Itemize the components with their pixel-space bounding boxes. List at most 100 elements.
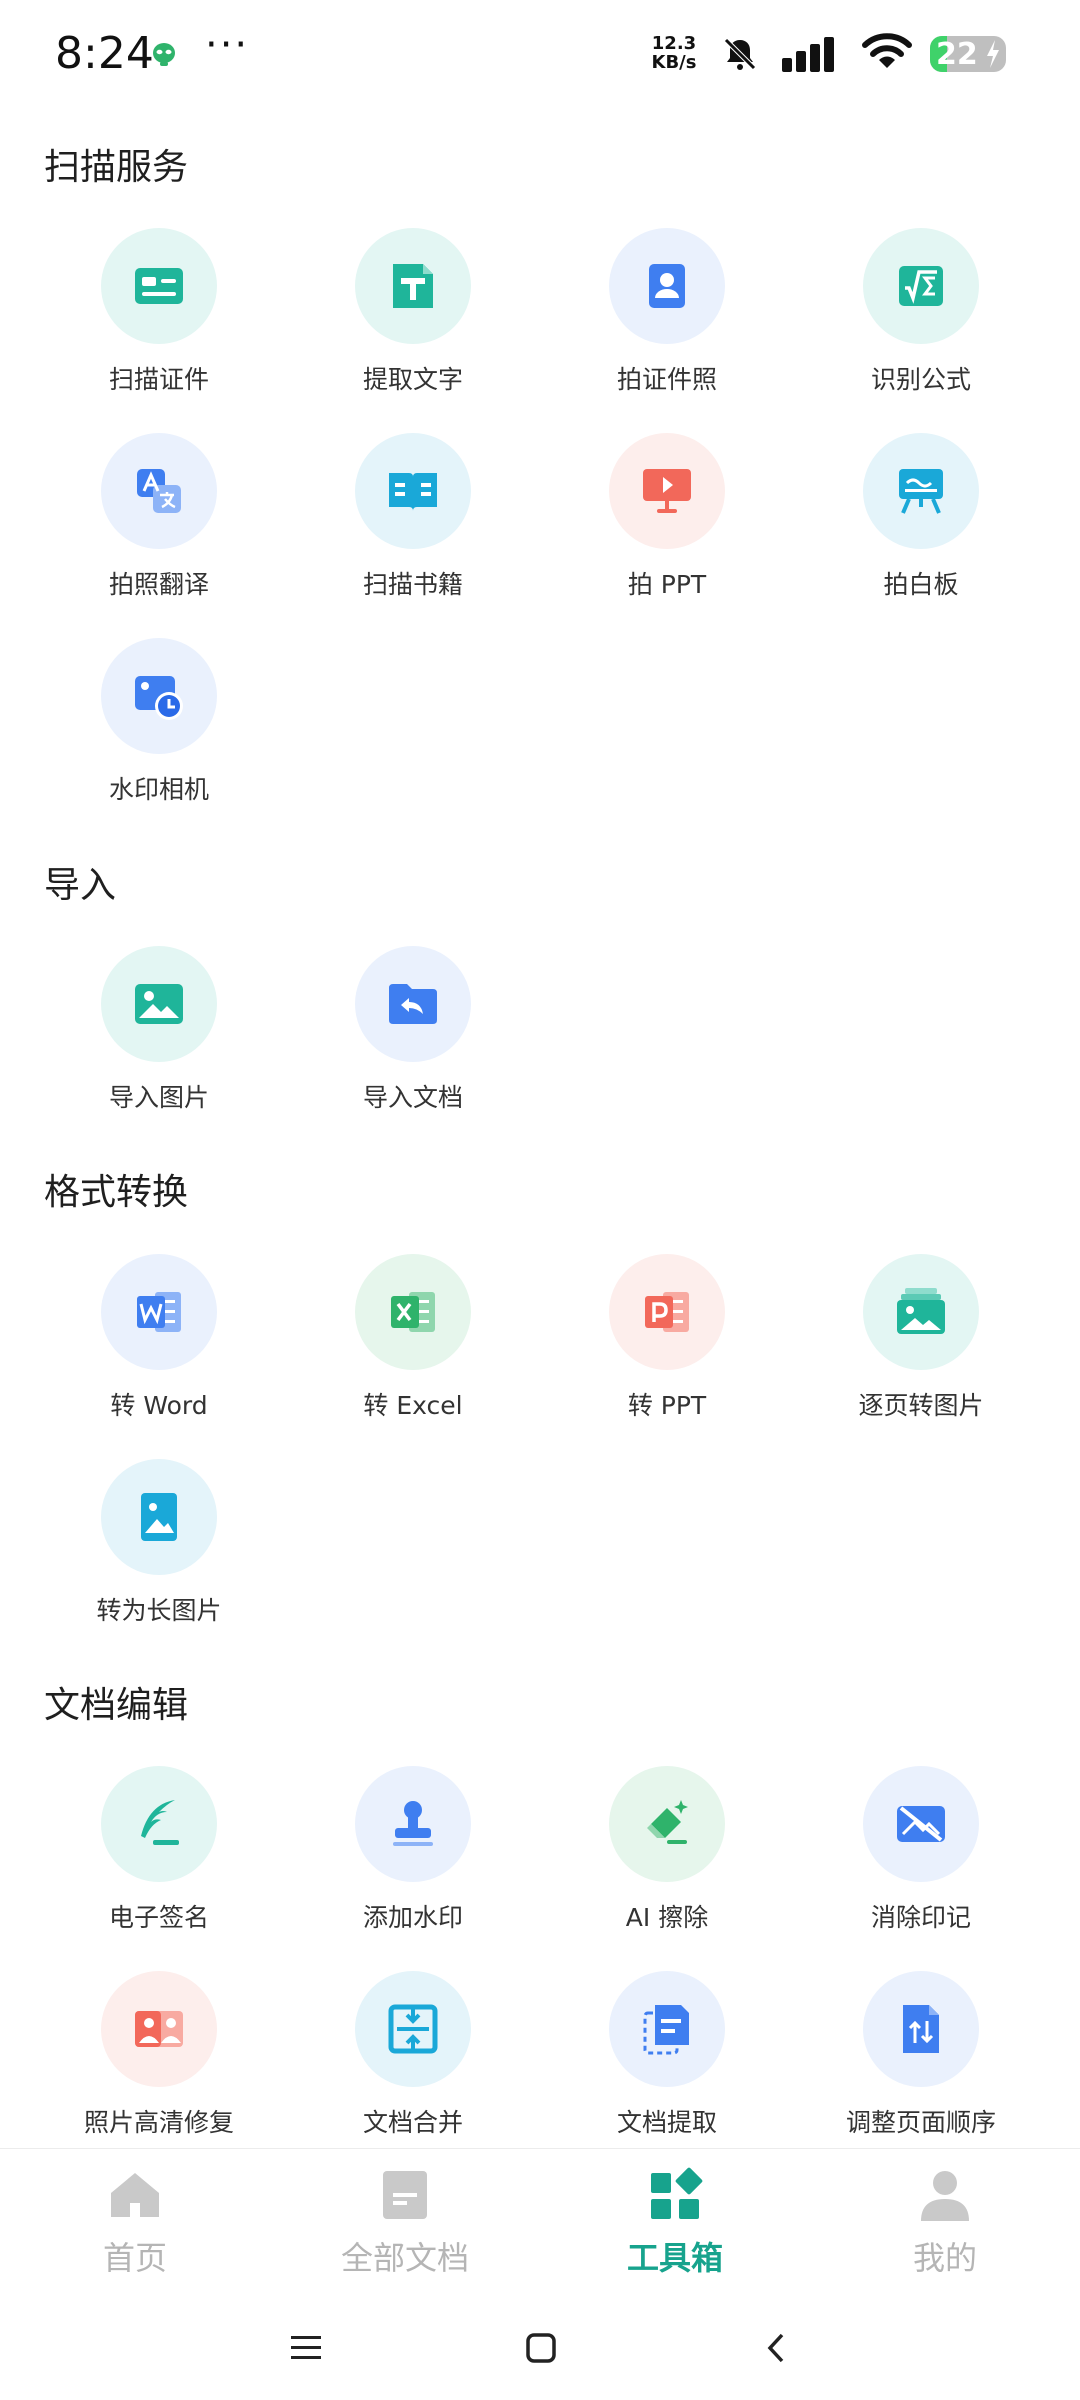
tool-label: 文档合并 xyxy=(362,2108,463,2137)
signal-icon xyxy=(782,37,834,72)
tool-circle xyxy=(863,228,979,344)
tool-circle xyxy=(355,228,471,344)
network-speed-unit: KB/s xyxy=(651,52,697,73)
section-title-edit: 文档编辑 xyxy=(44,1685,189,1726)
document-icon xyxy=(383,2171,427,2219)
tool-circle xyxy=(355,1254,471,1370)
tool-scan-book[interactable]: 扫描书籍 xyxy=(286,433,540,601)
battery-level: 22 xyxy=(936,37,978,72)
whiteboard-icon xyxy=(899,469,943,514)
tool-label: 拍白板 xyxy=(883,570,959,599)
tool-id-photo[interactable]: 拍证件照 xyxy=(540,228,794,396)
tool-circle xyxy=(101,946,217,1062)
tool-merge-documents[interactable]: 文档合并 xyxy=(286,1971,540,2139)
book-icon xyxy=(389,473,437,511)
tool-circle xyxy=(101,433,217,549)
bottom-nav: 首页 全部文档 工具箱 我的 xyxy=(0,2148,1080,2293)
tool-e-signature[interactable]: 电子签名 xyxy=(32,1766,286,1934)
tool-extract-pages[interactable]: 文档提取 xyxy=(540,1971,794,2139)
status-bar: 8:24 ··· 12.3 KB/s 22 xyxy=(0,0,1080,110)
tool-label: 电子签名 xyxy=(108,1903,209,1932)
images-stack-icon xyxy=(897,1288,945,1334)
system-navigation-bar xyxy=(0,2293,1080,2400)
tool-remove-marks[interactable]: 消除印记 xyxy=(794,1766,1048,1934)
tool-circle xyxy=(609,1254,725,1370)
tool-label: 转 Excel xyxy=(363,1391,463,1420)
tool-ai-erase[interactable]: AI 擦除 xyxy=(540,1766,794,1934)
tool-reorder-pages[interactable]: 调整页面顺序 xyxy=(794,1971,1048,2139)
presentation-icon xyxy=(643,469,691,513)
nav-label: 我的 xyxy=(912,2239,977,2277)
tool-label: 转 PPT xyxy=(627,1391,707,1420)
home-button-icon[interactable] xyxy=(516,2323,566,2373)
tool-to-ppt[interactable]: 转 PPT xyxy=(540,1254,794,1422)
extract-pages-icon xyxy=(643,2005,689,2055)
section-title-convert: 格式转换 xyxy=(44,1172,189,1213)
nav-tab-toolbox[interactable]: 工具箱 xyxy=(540,2157,810,2279)
section-title-import: 导入 xyxy=(44,865,117,906)
word-icon xyxy=(137,1292,181,1332)
tool-import-image[interactable]: 导入图片 xyxy=(32,946,286,1114)
network-speed-value: 12.3 xyxy=(651,33,697,54)
id-card-icon xyxy=(135,268,183,304)
tool-circle xyxy=(355,1971,471,2087)
ppt-icon xyxy=(645,1292,689,1332)
formula-icon xyxy=(899,266,943,306)
reorder-icon xyxy=(903,2005,939,2053)
tool-label: 拍照翻译 xyxy=(108,570,209,599)
tool-scan-id[interactable]: 扫描证件 xyxy=(32,228,286,396)
tool-circle xyxy=(355,1766,471,1882)
tool-label: 扫描书籍 xyxy=(362,570,463,599)
back-icon[interactable] xyxy=(752,2323,802,2373)
mute-icon xyxy=(724,38,756,70)
tool-whiteboard[interactable]: 拍白板 xyxy=(794,433,1048,601)
tool-circle xyxy=(101,228,217,344)
tool-label: AI 擦除 xyxy=(625,1903,709,1932)
tool-translate[interactable]: 拍照翻译 xyxy=(32,433,286,601)
tool-circle xyxy=(355,433,471,549)
tool-circle xyxy=(609,1766,725,1882)
tool-circle xyxy=(355,946,471,1062)
tool-label: 拍 PPT xyxy=(627,570,707,599)
tool-label: 消除印记 xyxy=(870,1903,971,1932)
watermark-camera-icon xyxy=(135,676,183,720)
tool-import-document[interactable]: 导入文档 xyxy=(286,946,540,1114)
image-icon xyxy=(135,984,183,1024)
tool-label: 调整页面顺序 xyxy=(845,2108,996,2137)
tool-circle xyxy=(863,1766,979,1882)
tool-label: 添加水印 xyxy=(362,1903,463,1932)
nav-tab-all-documents[interactable]: 全部文档 xyxy=(270,2157,540,2279)
id-photo-icon xyxy=(649,264,685,308)
tool-extract-text[interactable]: 提取文字 xyxy=(286,228,540,396)
tool-label: 导入文档 xyxy=(362,1083,463,1112)
tool-circle xyxy=(101,1971,217,2087)
tool-to-excel[interactable]: 转 Excel xyxy=(286,1254,540,1422)
eraser-icon xyxy=(647,1800,688,1844)
section-title-scan: 扫描服务 xyxy=(44,147,189,188)
toolbox-icon xyxy=(651,2167,703,2219)
tool-label: 转 Word xyxy=(110,1391,208,1420)
status-time: 8:24 xyxy=(55,28,154,79)
tool-to-long-image[interactable]: 转为长图片 xyxy=(32,1459,286,1627)
toolbox-screen: 8:24 ··· 12.3 KB/s 22 扫描服务 扫描证件 提取文字 拍证件… xyxy=(0,0,1080,2400)
tool-label: 文档提取 xyxy=(616,2108,717,2137)
battery-icon: 22 xyxy=(930,36,1006,72)
tool-label: 照片高清修复 xyxy=(83,2108,234,2137)
tool-watermark-camera[interactable]: 水印相机 xyxy=(32,638,286,806)
nav-label: 首页 xyxy=(102,2239,167,2277)
tool-label: 转为长图片 xyxy=(96,1596,222,1625)
tool-add-watermark[interactable]: 添加水印 xyxy=(286,1766,540,1934)
tool-label: 逐页转图片 xyxy=(858,1391,984,1420)
tool-label: 扫描证件 xyxy=(108,365,209,394)
nav-tab-home[interactable]: 首页 xyxy=(0,2157,270,2279)
tool-pages-to-images[interactable]: 逐页转图片 xyxy=(794,1254,1048,1422)
tool-formula[interactable]: 识别公式 xyxy=(794,228,1048,396)
tool-photo-ppt[interactable]: 拍 PPT xyxy=(540,433,794,601)
nav-tab-mine[interactable]: 我的 xyxy=(810,2157,1080,2279)
tool-to-word[interactable]: 转 Word xyxy=(32,1254,286,1422)
menu-icon[interactable] xyxy=(281,2323,331,2373)
tool-photo-restore[interactable]: 照片高清修复 xyxy=(32,1971,286,2139)
tool-label: 提取文字 xyxy=(362,365,463,394)
alien-icon xyxy=(153,43,175,66)
merge-icon xyxy=(388,2004,438,2054)
